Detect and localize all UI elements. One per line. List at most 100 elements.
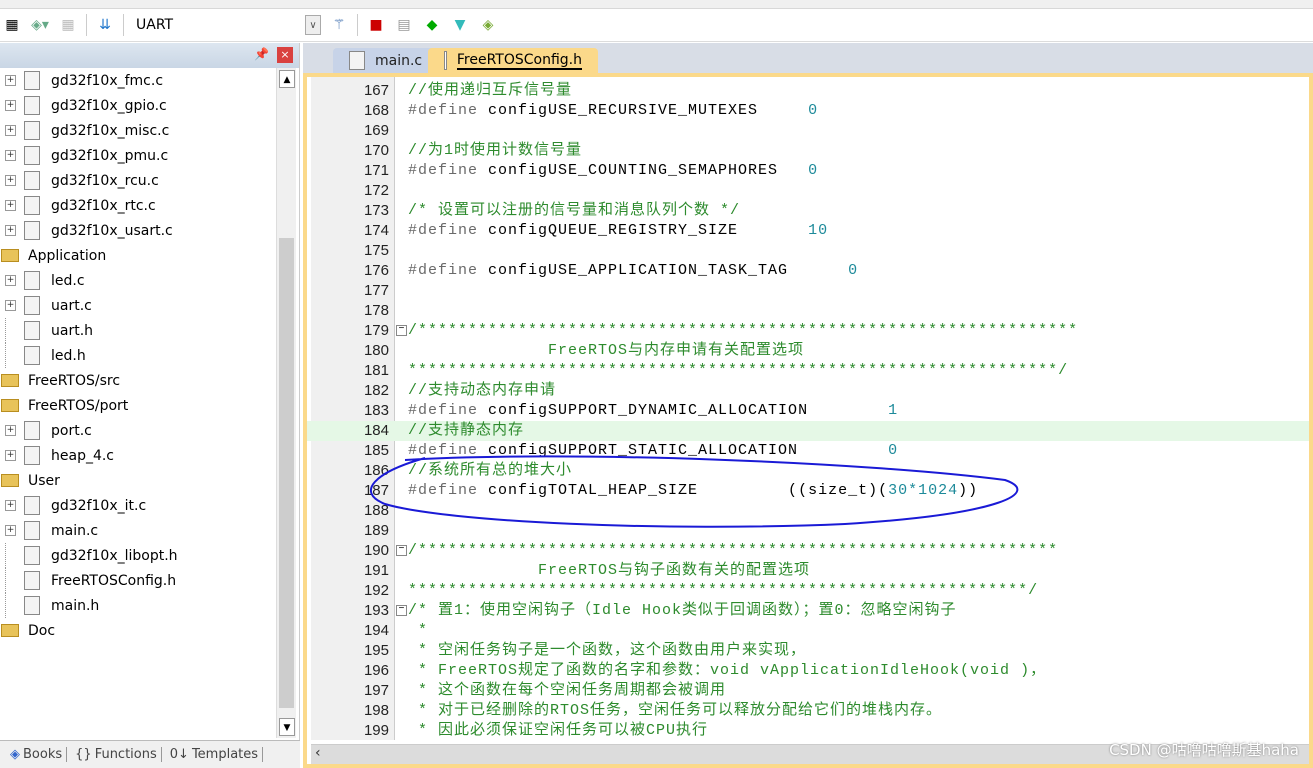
tree-item[interactable]: FreeRTOSConfig.h [0,568,276,593]
tab-templates[interactable]: 0↓ Templates [166,747,264,762]
chevron-down-icon[interactable]: ∨ [305,15,321,35]
expand-icon[interactable]: + [5,425,16,436]
expand-icon[interactable]: + [5,175,16,186]
code-line: 199 * 因此必须保证空闲任务可以被CPU执行 [307,721,1309,741]
macro-value: 1 [888,402,899,419]
tree-item[interactable]: Doc [0,618,276,643]
expand-icon[interactable]: + [5,450,16,461]
file-icon [24,571,40,590]
filter-icon[interactable]: ▼ [450,15,470,35]
expand-icon[interactable]: + [5,500,16,511]
tree-item[interactable]: FreeRTOS/src [0,368,276,393]
tree-item[interactable]: Application [0,243,276,268]
tree-item[interactable]: + gd32f10x_gpio.c [0,93,276,118]
code-editor[interactable]: 167 //使用递归互斥信号量 168 #define configUSE_RECUR… [303,73,1313,768]
tree-item[interactable]: main.h [0,593,276,618]
code-line: 195 * 空闲任务钩子是一个函数，这个函数由用户来实现， [307,641,1309,661]
project-panel: 📌 × + gd32f10x_fmc.c + gd32f10x_gpio.c + gd32… [0,43,300,768]
file-icon [24,546,40,565]
tree-item[interactable]: FreeRTOS/port [0,393,276,418]
tree-item-label: uart.c [51,297,92,314]
comment: //为1时使用计数信号量 [408,142,583,159]
macro-name: configSUPPORT_STATIC_ALLOCATION [478,442,889,459]
tree-item[interactable]: led.h [0,343,276,368]
expand-icon[interactable]: + [5,275,16,286]
expand-icon[interactable]: + [5,525,16,536]
line-number: 181 [363,362,389,379]
expand-icon[interactable]: + [5,225,16,236]
code-line: 173 /* 设置可以注册的信号量和消息队列个数 */ [307,201,1309,221]
books-icon: ◈ [10,747,20,762]
line-number: 180 [363,342,389,359]
comment: * 空闲任务钩子是一个函数，这个函数由用户来实现， [408,642,807,659]
tree-item[interactable]: + gd32f10x_rcu.c [0,168,276,193]
line-number: 172 [363,182,389,199]
tree-item[interactable]: + gd32f10x_usart.c [0,218,276,243]
pack-installer-icon[interactable]: ◈ [478,15,498,35]
tree-item[interactable]: uart.h [0,318,276,343]
tree-item[interactable]: + port.c [0,418,276,443]
line-number: 179 [363,322,389,339]
tree-item[interactable]: + gd32f10x_it.c [0,493,276,518]
expand-icon[interactable]: + [5,75,16,86]
tree-scrollbar[interactable]: ▲ ▼ [276,68,296,738]
tree-item[interactable]: + led.c [0,268,276,293]
tree-item[interactable]: + main.c [0,518,276,543]
fold-icon[interactable]: − [396,605,407,616]
tree-item[interactable]: + uart.c [0,293,276,318]
scroll-up-icon[interactable]: ▲ [279,70,295,88]
tree-item[interactable]: User [0,468,276,493]
batch-build-icon[interactable]: ▦ [2,15,22,35]
wizard-icon[interactable]: ⚚ [329,15,349,35]
expand-icon[interactable]: + [5,200,16,211]
manage-components-icon[interactable]: ■ [366,15,386,35]
windows-icon[interactable]: ▤ [394,15,414,35]
line-number: 193 [363,602,389,619]
line-number: 186 [363,462,389,479]
expand-icon[interactable]: + [5,300,16,311]
scroll-left-icon[interactable]: ‹ [315,745,321,761]
translate-icon[interactable]: ◈▾ [30,15,50,35]
file-icon [24,196,40,215]
scroll-down-icon[interactable]: ▼ [279,718,295,736]
stop-build-icon[interactable]: ▦ [58,15,78,35]
toolbar: ▦ ◈▾ ▦ ⇊ UART ∨ ⚚ ■ ▤ ◆ ▼ ◈ [0,9,1313,42]
tree-item[interactable]: + gd32f10x_fmc.c [0,68,276,93]
code-line: 175 [307,241,1309,261]
comment: FreeRTOS与钩子函数有关的配置选项 [408,562,811,579]
fold-icon[interactable]: − [396,325,407,336]
tree-item[interactable]: gd32f10x_libopt.h [0,543,276,568]
tree-item-label: uart.h [51,322,94,339]
tab-functions[interactable]: {} Functions [71,747,162,762]
code-line: 187 #define configTOTAL_HEAP_SIZE ((size_… [307,481,1309,501]
code-line: 181 *************************************… [307,361,1309,381]
code-line: 188 [307,501,1309,521]
file-icon [24,321,40,340]
macro-name: configUSE_COUNTING_SEMAPHORES [478,162,809,179]
macro-name: configTOTAL_HEAP_SIZE ((size_t)( [478,482,889,499]
tree-item[interactable]: + gd32f10x_rtc.c [0,193,276,218]
code-line: 167 //使用递归互斥信号量 [307,81,1309,101]
file-icon [24,121,40,140]
file-icon [444,51,447,70]
tab-books[interactable]: ◈ Books [6,747,68,762]
target-select[interactable]: UART [132,17,297,33]
scroll-thumb[interactable] [279,238,294,708]
macro-value: 10 [808,222,829,239]
fold-icon[interactable]: − [396,545,407,556]
line-number: 178 [363,302,389,319]
close-icon[interactable]: × [277,47,293,63]
tree-item[interactable]: + gd32f10x_pmu.c [0,143,276,168]
tree-item-label: gd32f10x_fmc.c [51,72,164,89]
tree-item[interactable]: + gd32f10x_misc.c [0,118,276,143]
expand-icon[interactable]: + [5,150,16,161]
tree-item[interactable]: + heap_4.c [0,443,276,468]
pin-icon[interactable]: 📌 [254,47,269,61]
pack-icon[interactable]: ◆ [422,15,442,35]
line-number: 189 [363,522,389,539]
expand-icon[interactable]: + [5,100,16,111]
tab-freertosconfig-h[interactable]: FreeRTOSConfig.h [428,48,598,73]
expand-icon[interactable]: + [5,125,16,136]
line-number: 168 [363,102,389,119]
load-icon[interactable]: ⇊ [95,15,115,35]
